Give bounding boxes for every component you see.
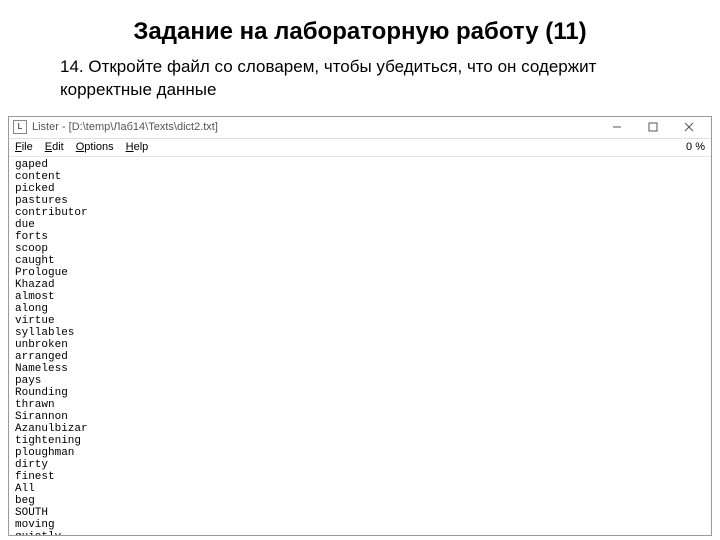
minimize-button[interactable] <box>599 116 635 138</box>
close-icon <box>684 122 694 132</box>
menubar: File Edit Options Help 0 % <box>9 139 711 157</box>
close-button[interactable] <box>671 116 707 138</box>
slide-instruction: 14. Откройте файл со словарем, чтобы убе… <box>0 56 720 112</box>
menu-help[interactable]: Help <box>126 141 149 153</box>
window-titlebar: L Lister - [D:\temp\Лаб14\Texts\dict2.tx… <box>9 117 711 139</box>
maximize-icon <box>648 122 658 132</box>
file-content: gaped content picked pastures contributo… <box>9 157 711 535</box>
lister-window: L Lister - [D:\temp\Лаб14\Texts\dict2.tx… <box>8 116 712 536</box>
menu-file[interactable]: File <box>15 141 33 153</box>
slide-title: Задание на лабораторную работу (11) <box>0 18 720 46</box>
menu-options[interactable]: Options <box>76 141 114 153</box>
menu-edit[interactable]: Edit <box>45 141 64 153</box>
app-icon: L <box>13 120 27 134</box>
minimize-icon <box>612 122 622 132</box>
window-controls <box>599 116 707 138</box>
scroll-percent: 0 % <box>686 141 705 153</box>
maximize-button[interactable] <box>635 116 671 138</box>
window-caption: Lister - [D:\temp\Лаб14\Texts\dict2.txt] <box>32 121 599 133</box>
